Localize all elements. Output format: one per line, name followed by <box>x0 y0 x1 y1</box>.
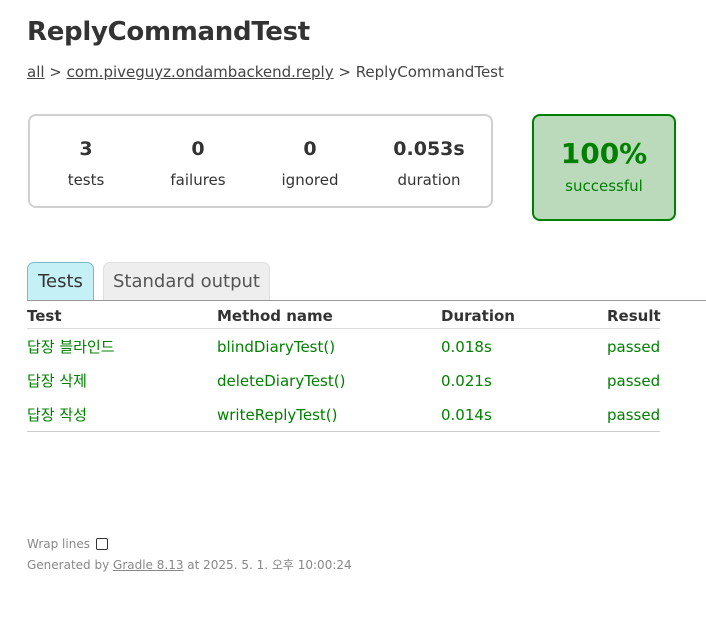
generated-by-footer: Generated by Gradle 8.13 at 2025. 5. 1. … <box>27 556 352 574</box>
tests-count: 3 <box>79 138 93 160</box>
ignored-count: 0 <box>303 138 317 160</box>
summary-box: 3 tests 0 failures 0 ignored 0.053s dura… <box>28 114 493 208</box>
method-name-cell: deleteDiaryTest() <box>217 372 346 390</box>
breadcrumb: all > com.piveguyz.ondambackend.reply > … <box>27 62 504 82</box>
tab-divider <box>27 300 706 301</box>
table-row: 답장 작성 writeReplyTest() 0.014s passed <box>27 398 660 432</box>
result-cell: passed <box>607 338 661 356</box>
result-cell: passed <box>607 372 661 390</box>
wrap-lines-label: Wrap lines <box>27 537 90 551</box>
column-header-method-name: Method name <box>217 307 333 325</box>
failures-label: failures <box>170 171 226 189</box>
table-row: 답장 삭제 deleteDiaryTest() 0.021s passed <box>27 364 660 398</box>
tab-standard-output[interactable]: Standard output <box>103 262 270 300</box>
failures-counter: 0 failures <box>148 136 248 190</box>
test-report-page: ReplyCommandTest all > com.piveguyz.onda… <box>0 0 706 619</box>
duration-cell: 0.014s <box>441 406 492 424</box>
duration-cell: 0.021s <box>441 372 492 390</box>
tab-tests[interactable]: Tests <box>27 262 94 300</box>
ignored-label: ignored <box>281 171 339 189</box>
tests-counter: 3 tests <box>36 136 136 190</box>
page-title: ReplyCommandTest <box>27 17 310 47</box>
column-header-duration: Duration <box>441 307 515 325</box>
breadcrumb-package-link[interactable]: com.piveguyz.ondambackend.reply <box>67 63 334 81</box>
test-name-cell: 답장 삭제 <box>27 372 87 390</box>
duration-counter: 0.053s duration <box>379 136 479 190</box>
generated-timestamp: at 2025. 5. 1. 오후 10:00:24 <box>183 558 352 572</box>
method-name-cell: blindDiaryTest() <box>217 338 336 356</box>
breadcrumb-separator: > <box>333 63 356 81</box>
duration-value: 0.053s <box>393 138 465 160</box>
duration-label: duration <box>397 171 461 189</box>
test-name-cell: 답장 블라인드 <box>27 338 115 356</box>
method-name-cell: writeReplyTest() <box>217 406 338 424</box>
generated-prefix: Generated by <box>27 558 114 572</box>
success-label: successful <box>565 177 643 195</box>
success-rate-box: 100% successful <box>532 114 676 221</box>
gradle-link[interactable]: Gradle 8.13 <box>113 558 183 572</box>
test-name-cell: 답장 작성 <box>27 406 87 424</box>
breadcrumb-separator: > <box>44 63 67 81</box>
tests-label: tests <box>67 171 105 189</box>
breadcrumb-all-link[interactable]: all <box>27 63 45 81</box>
table-row: 답장 블라인드 blindDiaryTest() 0.018s passed <box>27 330 660 364</box>
table-header-divider <box>27 328 660 329</box>
breadcrumb-current: ReplyCommandTest <box>355 63 504 81</box>
column-header-result: Result <box>607 307 661 325</box>
column-header-test: Test <box>27 307 62 325</box>
failures-count: 0 <box>191 138 205 160</box>
wrap-lines-control: Wrap lines <box>27 535 108 553</box>
duration-cell: 0.018s <box>441 338 492 356</box>
wrap-lines-checkbox[interactable] <box>95 537 108 550</box>
table-bottom-divider <box>27 431 660 432</box>
success-percent: 100% <box>560 137 648 170</box>
ignored-counter: 0 ignored <box>260 136 360 190</box>
result-cell: passed <box>607 406 661 424</box>
